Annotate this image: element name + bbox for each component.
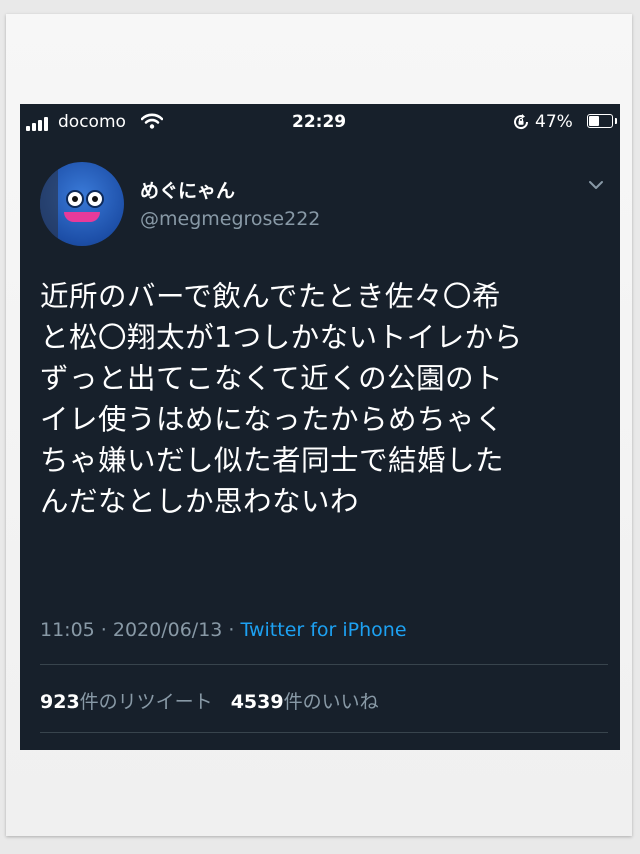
- display-name[interactable]: めぐにゃん: [140, 176, 235, 203]
- phone-screen: docomo 22:29 47% めぐにゃん @megmegrose222 近所…: [20, 104, 620, 750]
- carrier-name: docomo: [58, 112, 126, 132]
- retweet-stat[interactable]: 923件のリツイート: [40, 691, 213, 713]
- divider: [40, 732, 608, 733]
- rotation-lock-icon: [514, 114, 529, 130]
- tweet-text-line: ずっと出てこなくて近くの公園のト: [40, 362, 504, 395]
- divider: [40, 664, 608, 665]
- like-label: 件のいいね: [283, 691, 379, 713]
- retweet-label: 件のリツイート: [79, 691, 213, 713]
- tweet-source-link[interactable]: Twitter for iPhone: [241, 619, 407, 641]
- status-bar: docomo 22:29 47%: [20, 104, 620, 138]
- tweet-text: 近所のバーで飲んでたとき佐々〇希 と松〇翔太が1つしかないトイレから ずっと出て…: [40, 276, 610, 522]
- user-handle[interactable]: @megmegrose222: [140, 208, 320, 230]
- wifi-icon: [141, 113, 163, 129]
- tweet-text-line: と松〇翔太が1つしかないトイレから: [40, 321, 523, 354]
- battery-percent: 47%: [535, 112, 573, 132]
- tweet-timestamp: 11:05 · 2020/06/13 ·: [40, 619, 241, 641]
- tweet-text-line: ちゃ嫌いだし似た者同士で結婚した: [40, 444, 505, 477]
- tweet-meta: 11:05 · 2020/06/13 · Twitter for iPhone: [40, 619, 407, 641]
- chevron-down-icon[interactable]: [588, 180, 604, 190]
- battery-level: [589, 116, 599, 126]
- tweet-stats: 923件のリツイート 4539件のいいね: [40, 687, 379, 714]
- avatar[interactable]: [40, 162, 124, 246]
- tweet-text-line: んだなとしか思わないわ: [40, 485, 360, 518]
- status-time: 22:29: [292, 112, 347, 132]
- battery-icon: [587, 114, 617, 128]
- like-count: 4539: [230, 691, 284, 713]
- retweet-count: 923: [40, 691, 80, 713]
- tweet-text-line: イレ使うはめになったからめちゃく: [40, 403, 505, 436]
- like-stat[interactable]: 4539件のいいね: [231, 691, 379, 713]
- tweet-text-line: 近所のバーで飲んでたとき佐々〇希: [40, 280, 501, 313]
